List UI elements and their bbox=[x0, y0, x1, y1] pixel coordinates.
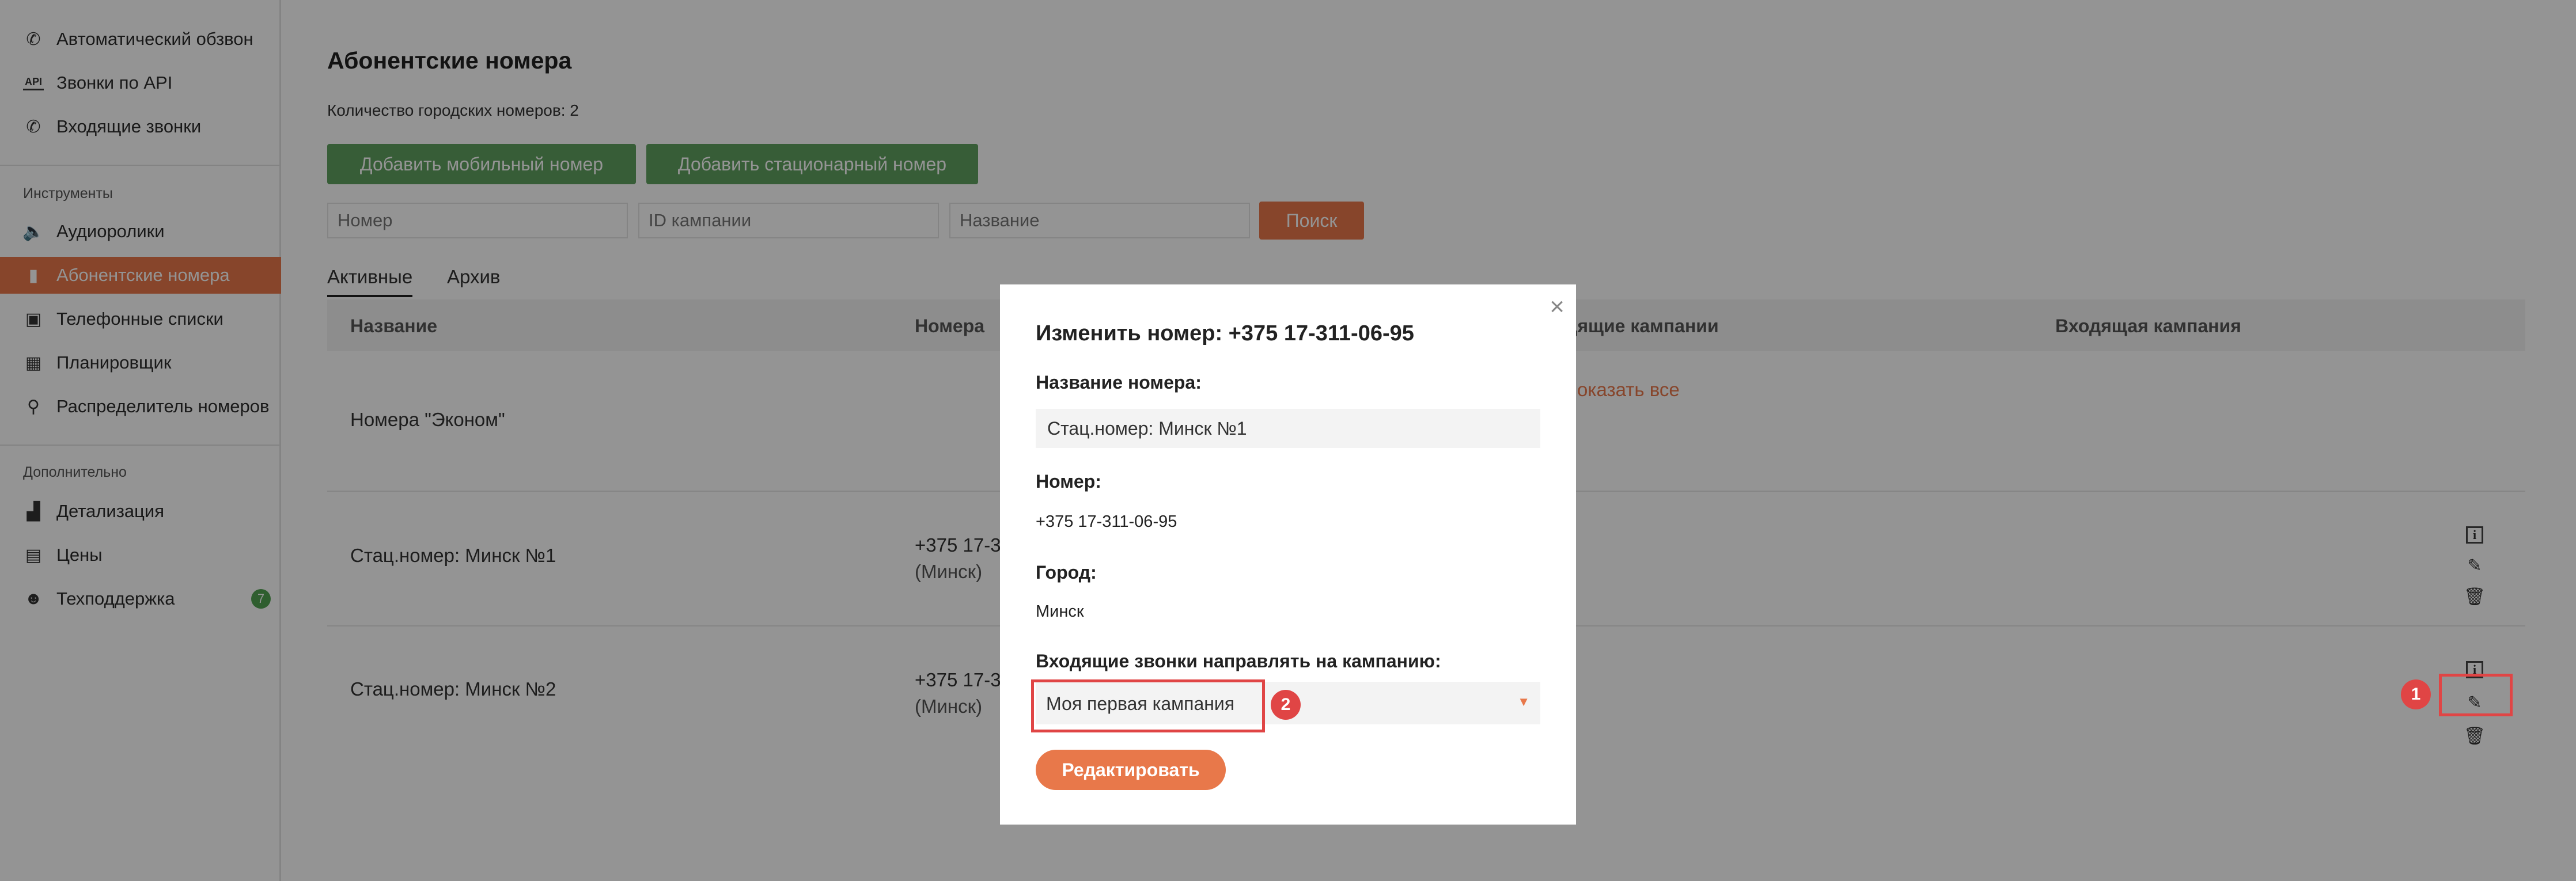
campaign-highlight bbox=[1031, 679, 1265, 732]
label-number: Номер: bbox=[1036, 471, 1101, 492]
number-name-input[interactable]: Стац.номер: Минск №1 bbox=[1036, 409, 1540, 448]
modal-title: Изменить номер: +375 17-311-06-95 bbox=[1036, 321, 1414, 345]
close-icon[interactable]: × bbox=[1550, 293, 1564, 321]
edit-submit-button[interactable]: Редактировать bbox=[1036, 750, 1226, 790]
annotation-marker-2: 2 bbox=[1271, 690, 1301, 720]
label-campaign: Входящие звонки направлять на кампанию: bbox=[1036, 651, 1441, 671]
label-city: Город: bbox=[1036, 562, 1097, 583]
annotation-marker-1: 1 bbox=[2401, 679, 2431, 709]
edit-icon-highlight bbox=[2439, 674, 2513, 716]
city-value: Минск bbox=[1036, 602, 1084, 621]
edit-number-modal: × Изменить номер: +375 17-311-06-95 Назв… bbox=[1000, 284, 1576, 825]
chevron-down-icon: ▼ bbox=[1517, 694, 1530, 709]
number-value: +375 17-311-06-95 bbox=[1036, 512, 1177, 531]
label-number-name: Название номера: bbox=[1036, 372, 1202, 393]
